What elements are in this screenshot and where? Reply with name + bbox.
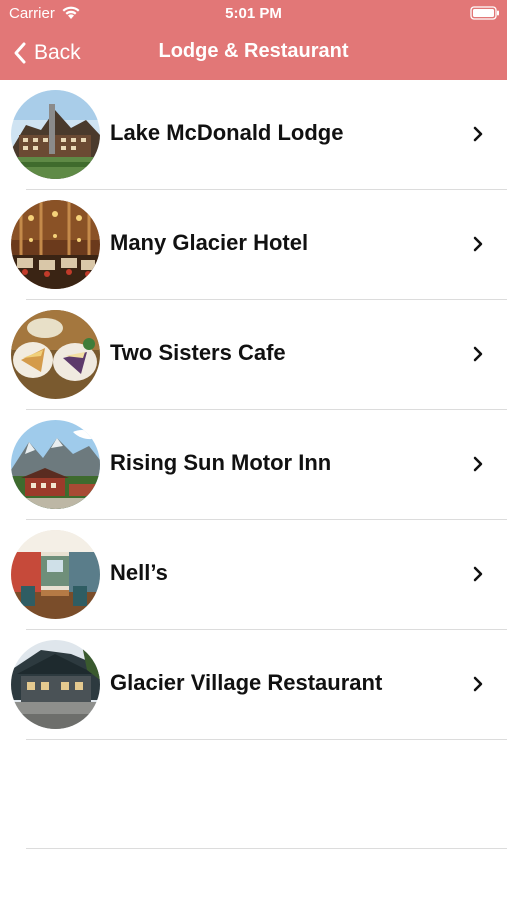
empty-row-divider [26,848,507,849]
list-item-two-sisters-cafe[interactable]: Two Sisters Cafe [0,300,507,410]
hotel-interior-photo-icon [11,200,100,289]
chevron-right-icon [473,126,483,142]
page-title: Lodge & Restaurant [158,40,349,62]
chevron-right-icon [473,676,483,692]
list-item-label: Nell’s [110,560,168,585]
lodge-photo-icon [11,90,100,179]
list-item-label: Two Sisters Cafe [110,340,286,365]
status-time: 5:01 PM [225,5,282,22]
pie-dessert-photo-icon [11,310,100,399]
status-bar: Carrier 5:01 PM [0,0,507,28]
navigation-bar: Back Lodge & Restaurant [0,28,507,80]
list-item-label: Lake McDonald Lodge [110,120,344,145]
list-item-many-glacier-hotel[interactable]: Many Glacier Hotel [0,190,507,300]
chevron-right-icon [473,346,483,362]
chevron-right-icon [473,566,483,582]
list-item-glacier-village-restaurant[interactable]: Glacier Village Restaurant [0,630,507,740]
list-item-nells[interactable]: Nell’s [0,520,507,630]
restaurant-exterior-photo-icon [11,640,100,729]
list-item-label: Many Glacier Hotel [110,230,309,255]
list-item-rising-sun-motor-inn[interactable]: Rising Sun Motor Inn [0,410,507,520]
list-item-label: Glacier Village Restaurant [110,670,383,695]
battery-icon [470,6,499,20]
list-item-label: Rising Sun Motor Inn [110,450,332,475]
row-divider [26,739,507,740]
lodge-list: Lake McDonald Lodge Many Glacier Hotel T… [0,80,507,740]
list-item-lake-mcdonald-lodge[interactable]: Lake McDonald Lodge [0,80,507,190]
mountain-inn-photo-icon [11,420,100,509]
chevron-right-icon [473,236,483,252]
chevron-right-icon [473,456,483,472]
app-header: Carrier 5:01 PM Back Lodge & Restaurant [0,0,507,80]
restaurant-interior-photo-icon [11,530,100,619]
